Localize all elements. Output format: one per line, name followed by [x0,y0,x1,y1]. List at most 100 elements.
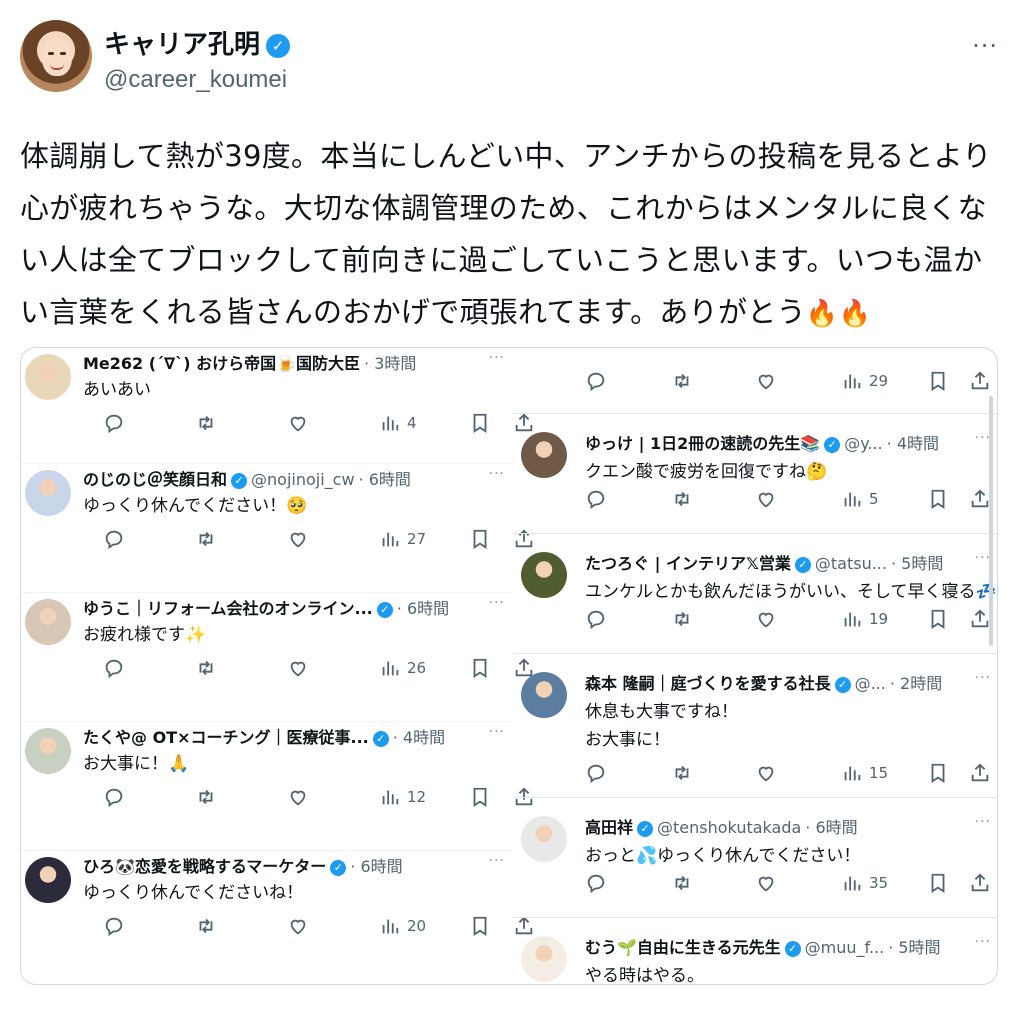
retweet-button[interactable] [671,762,693,784]
reply-button[interactable] [103,915,125,937]
reply-avatar[interactable] [25,470,71,516]
views-button[interactable]: 27 [379,528,426,550]
reply-item[interactable]: のじのじ＠笑顔日和 ✓ @nojinoji_cw · 6時間 ··· ゆっくり休んでくださ… [21,464,533,593]
reply-name-line[interactable]: 森本 隆嗣｜庭づくりを愛する社長 ✓ @... · 2時間 [585,670,942,694]
reply-display-name[interactable]: 森本 隆嗣｜庭づくりを愛する社長 [585,674,831,693]
views-button[interactable]: 20 [379,915,426,937]
reply-name-line[interactable]: ゆうこ｜リフォーム会社のオンライン... ✓ · 6時間 [83,595,449,619]
reply-name-line[interactable]: ゆっけ | 1日2冊の速読の先生📚 ✓ @y... · 4時間 [585,430,939,454]
reply-display-name[interactable]: ひろ🐼恋愛を戦略するマーケター [83,857,326,876]
share-button[interactable] [969,370,991,392]
reply-item[interactable]: ゆっけ | 1日2冊の速読の先生📚 ✓ @y... · 4時間 ··· クエン酸で疲労を回… [513,414,997,534]
reply-display-name[interactable]: Me262 (´∇`) おけら帝国🍺国防大臣 [83,354,360,373]
reply-more-icon[interactable]: ··· [489,466,505,482]
more-options-icon[interactable]: ··· [972,32,998,60]
reply-more-icon[interactable]: ··· [489,595,505,611]
reply-avatar[interactable] [521,672,567,718]
reply-button[interactable] [103,528,125,550]
views-button[interactable]: 4 [379,412,417,434]
reply-item[interactable]: 高田祥 ✓ @tenshokutakada · 6時間 ··· おっと💦ゆっくり休んでくだ… [513,798,997,918]
views-button[interactable]: 15 [841,762,888,784]
reply-button[interactable] [103,657,125,679]
like-button[interactable] [287,528,309,550]
like-button[interactable] [755,488,777,510]
share-button[interactable] [969,872,991,894]
like-button[interactable] [287,786,309,808]
reply-avatar[interactable] [25,599,71,645]
attached-screenshot[interactable]: Me262 (´∇`) おけら帝国🍺国防大臣 · 3時間 ··· あいあい 4 のじのじ＠… [20,347,998,985]
reply-item[interactable]: 森本 隆嗣｜庭づくりを愛する社長 ✓ @... · 2時間 ··· 休息も大事ですね！ お大… [513,654,997,798]
reply-button[interactable] [585,608,607,630]
reply-button[interactable] [585,872,607,894]
reply-item[interactable]: ひろ🐼恋愛を戦略するマーケター ✓ · 6時間 ··· ゆっくり休んでくださいね！ 20 [21,851,533,984]
author-name-line[interactable]: キャリア孔明 ✓ [104,24,291,61]
retweet-button[interactable] [195,528,217,550]
reply-avatar[interactable] [521,936,567,982]
reply-avatar[interactable] [25,857,71,903]
reply-name-line[interactable]: ひろ🐼恋愛を戦略するマーケター ✓ · 6時間 [83,853,403,877]
retweet-button[interactable] [671,608,693,630]
reply-button[interactable] [585,370,607,392]
reply-avatar[interactable] [521,552,567,598]
reply-name-line[interactable]: のじのじ＠笑顔日和 ✓ @nojinoji_cw · 6時間 [83,466,411,490]
reply-item[interactable]: たくや@ OT×コーチング｜医療従事... ✓ · 4時間 ··· お大事に！🙏 12 [21,722,533,851]
like-button[interactable] [755,872,777,894]
reply-name-line[interactable]: 高田祥 ✓ @tenshokutakada · 6時間 [585,814,858,838]
reply-more-icon[interactable]: ··· [489,724,505,740]
reply-button[interactable] [585,762,607,784]
like-button[interactable] [287,915,309,937]
retweet-button[interactable] [195,412,217,434]
like-button[interactable] [755,608,777,630]
like-button[interactable] [287,412,309,434]
like-button[interactable] [755,370,777,392]
views-button[interactable]: 29 [841,370,888,392]
reply-button[interactable] [103,786,125,808]
like-button[interactable] [755,762,777,784]
reply-name-line[interactable]: たくや@ OT×コーチング｜医療従事... ✓ · 4時間 [83,724,445,748]
reply-item[interactable]: Me262 (´∇`) おけら帝国🍺国防大臣 · 3時間 ··· あいあい 4 [21,348,533,464]
author-avatar[interactable] [20,20,92,92]
bookmark-button[interactable] [927,488,949,510]
author-display-name[interactable]: キャリア孔明 [104,30,260,60]
reply-more-icon[interactable]: ··· [975,670,991,686]
reply-item[interactable]: ゆうこ｜リフォーム会社のオンライン... ✓ · 6時間 ··· お疲れ様です✨ 26 [21,593,533,722]
reply-name-line[interactable]: むう🌱自由に生きる元先生 ✓ @muu_f... · 5時間 [585,934,941,958]
retweet-button[interactable] [195,657,217,679]
reply-avatar[interactable] [521,432,567,478]
reply-display-name[interactable]: ゆうこ｜リフォーム会社のオンライン... [83,599,373,618]
views-button[interactable]: 5 [841,488,879,510]
bookmark-button[interactable] [469,412,491,434]
reply-name-line[interactable]: Me262 (´∇`) おけら帝国🍺国防大臣 · 3時間 [83,350,416,374]
retweet-button[interactable] [671,370,693,392]
reply-more-icon[interactable]: ··· [975,814,991,830]
reply-button[interactable] [585,488,607,510]
like-button[interactable] [287,657,309,679]
reply-avatar[interactable] [25,354,71,400]
reply-item[interactable]: たつろぐ | インテリア𝕏営業 ✓ @tatsu... · 5時間 ··· ユンケルとかも… [513,534,997,654]
retweet-button[interactable] [671,488,693,510]
reply-more-icon[interactable]: ··· [489,350,505,366]
views-button[interactable]: 35 [841,872,888,894]
reply-more-icon[interactable]: ··· [489,853,505,869]
reply-button[interactable] [103,412,125,434]
reply-display-name[interactable]: のじのじ＠笑顔日和 [83,470,227,489]
reply-item[interactable]: むう🌱自由に生きる元先生 ✓ @muu_f... · 5時間 ··· やる時はやる。 [513,918,997,984]
share-button[interactable] [969,488,991,510]
share-button[interactable] [969,762,991,784]
bookmark-button[interactable] [469,657,491,679]
reply-more-icon[interactable]: ··· [975,934,991,950]
bookmark-button[interactable] [927,608,949,630]
views-button[interactable]: 26 [379,657,426,679]
bookmark-button[interactable] [469,915,491,937]
reply-avatar[interactable] [25,728,71,774]
bookmark-button[interactable] [469,528,491,550]
reply-display-name[interactable]: むう🌱自由に生きる元先生 [585,938,781,957]
reply-avatar[interactable] [521,816,567,862]
reply-display-name[interactable]: 高田祥 [585,818,633,837]
bookmark-button[interactable] [469,786,491,808]
bookmark-button[interactable] [927,872,949,894]
bookmark-button[interactable] [927,762,949,784]
views-button[interactable]: 12 [379,786,426,808]
share-button[interactable] [969,608,991,630]
views-button[interactable]: 19 [841,608,888,630]
